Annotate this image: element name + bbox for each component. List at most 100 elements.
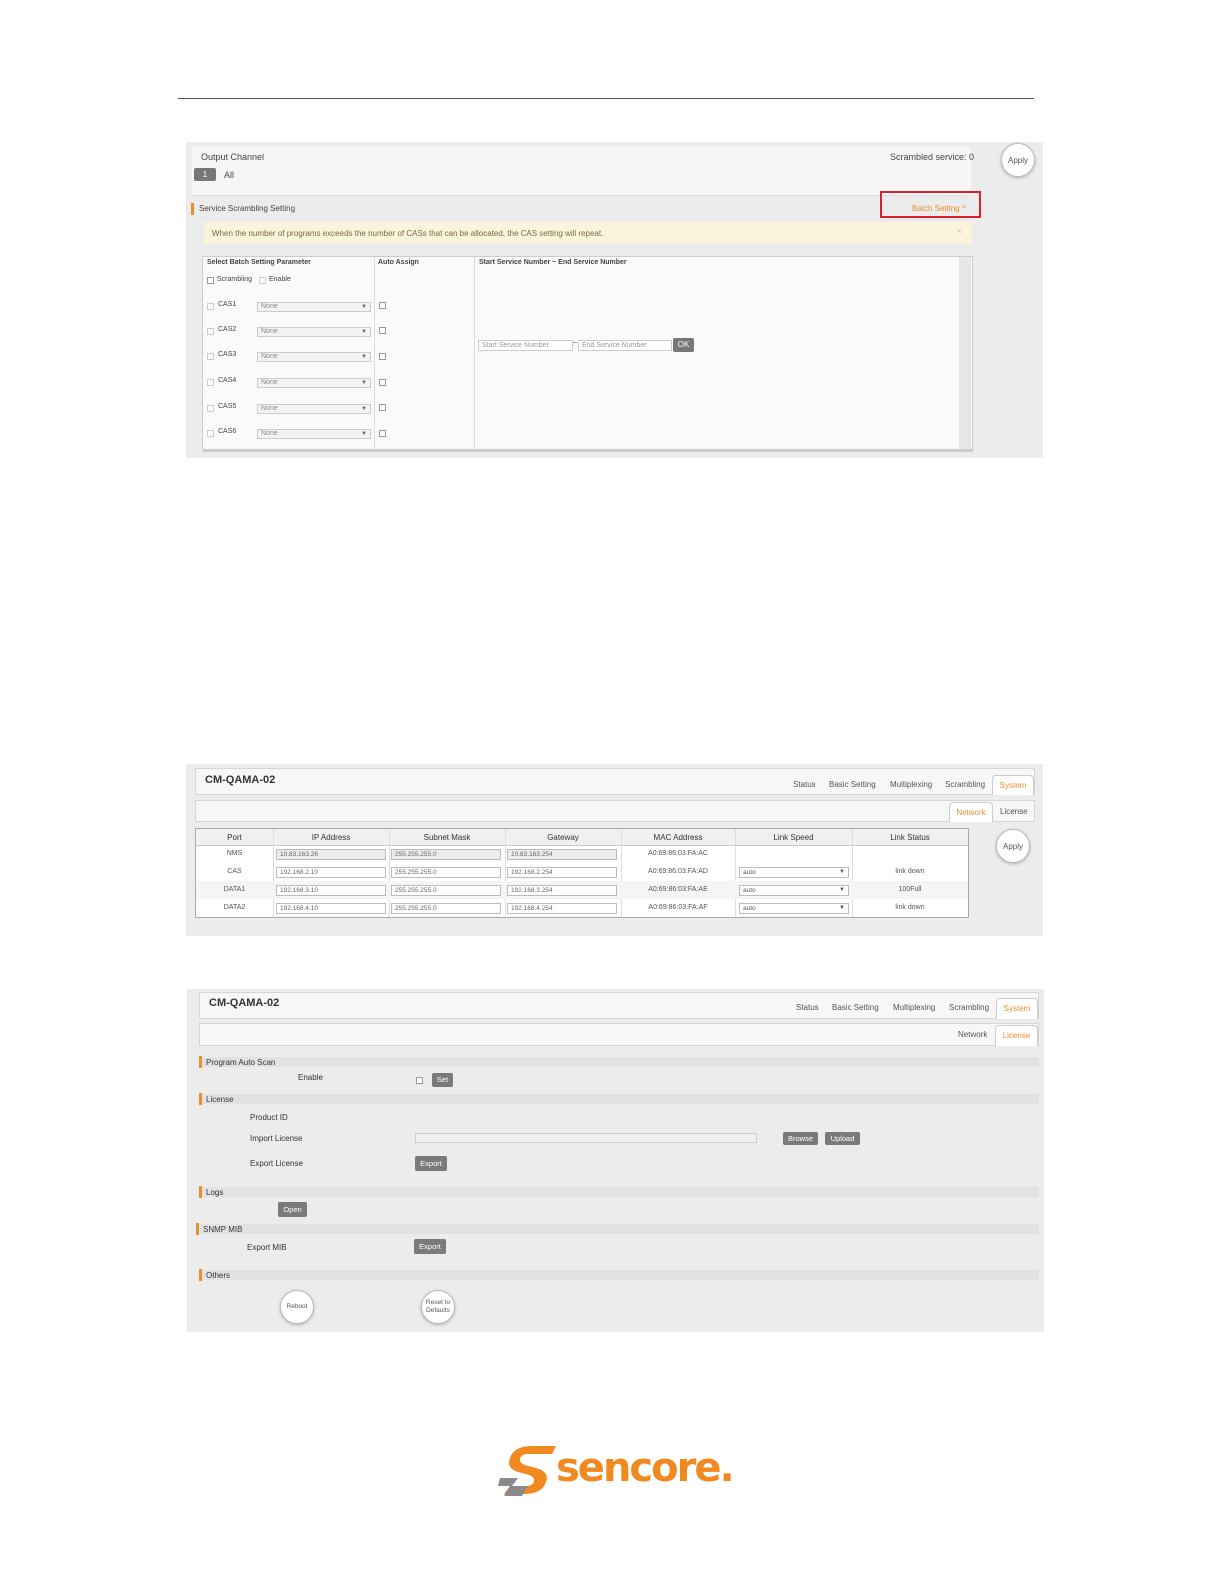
- tab-system[interactable]: System: [992, 775, 1034, 795]
- subtab-network[interactable]: Network: [958, 1030, 987, 1039]
- subnet-mask-input[interactable]: 255.255.255.0: [391, 885, 501, 896]
- mac-address-cell: A0:69:86:03:FA:AF: [648, 904, 708, 911]
- auto-assign-checkbox[interactable]: [379, 353, 386, 360]
- cas-label: CAS1: [218, 301, 237, 308]
- horizontal-scrollbar[interactable]: [203, 450, 973, 452]
- subtab-license[interactable]: License: [995, 1025, 1038, 1046]
- cas-select[interactable]: None ▼: [257, 378, 371, 388]
- scrambling-checkbox[interactable]: [207, 277, 214, 284]
- tab-status[interactable]: Status: [796, 1003, 819, 1012]
- browse-button[interactable]: Browse: [783, 1132, 818, 1145]
- cas-checkbox[interactable]: [207, 379, 214, 386]
- port-cell: DATA1: [223, 886, 246, 893]
- section-title: Others: [206, 1271, 231, 1280]
- cas-checkbox[interactable]: [207, 405, 214, 412]
- link-speed-select[interactable]: auto ▼: [739, 885, 849, 896]
- ip-address-input[interactable]: 192.168.3.10: [276, 885, 386, 896]
- section-header: [199, 1057, 1039, 1067]
- column-header: Link Speed: [773, 833, 814, 842]
- gateway-input[interactable]: 10.83.163.254: [507, 849, 617, 860]
- link-status-cell: 100Full: [898, 886, 922, 893]
- cas-checkbox[interactable]: [207, 303, 214, 310]
- reset-to-defaults-button[interactable]: Reset to Defaults: [421, 1290, 455, 1324]
- subnet-mask-input[interactable]: 255.255.255.0: [391, 867, 501, 878]
- auto-assign-checkbox[interactable]: [379, 430, 386, 437]
- dropdown-arrow-icon: ▼: [361, 354, 367, 360]
- sub-nav-bar: [195, 800, 1035, 822]
- apply-button[interactable]: Apply: [996, 829, 1030, 863]
- end-service-number-input[interactable]: End Service Number: [578, 340, 672, 351]
- auto-assign-checkbox[interactable]: [379, 302, 386, 309]
- license-file-input[interactable]: [415, 1133, 757, 1143]
- auto-assign-checkbox[interactable]: [379, 379, 386, 386]
- cas-checkbox[interactable]: [207, 328, 214, 335]
- mac-address-cell: A0:69:86:03:FA:AE: [648, 886, 708, 893]
- export-license-button[interactable]: Export: [415, 1156, 447, 1171]
- gateway-input[interactable]: 192.168.4.254: [507, 903, 617, 914]
- cas-select[interactable]: None ▼: [257, 404, 371, 414]
- dropdown-arrow-icon: ▼: [839, 869, 845, 875]
- ip-address-input[interactable]: 192.168.2.10: [276, 867, 386, 878]
- device-name: CM-QAMA-02: [205, 774, 276, 786]
- column-header: Gateway: [547, 833, 579, 842]
- column-header: Subnet Mask: [423, 833, 471, 842]
- ip-address-input[interactable]: 192.168.4.10: [276, 903, 386, 914]
- table-scrollbar[interactable]: [959, 257, 971, 449]
- tab-multiplexing[interactable]: Multiplexing: [893, 1003, 935, 1012]
- tab-basic-setting[interactable]: Basic Setting: [832, 1003, 879, 1012]
- set-button[interactable]: Set: [432, 1073, 453, 1087]
- tab-status[interactable]: Status: [793, 780, 816, 789]
- column-header: Port: [227, 833, 242, 842]
- tab-basic-setting[interactable]: Basic Setting: [829, 780, 876, 789]
- section-header: [196, 1224, 1039, 1234]
- tab-system[interactable]: System: [996, 998, 1038, 1019]
- ok-button[interactable]: OK: [673, 338, 694, 352]
- cas-checkbox[interactable]: [207, 353, 214, 360]
- tab-multiplexing[interactable]: Multiplexing: [890, 780, 932, 789]
- open-logs-button[interactable]: Open: [278, 1202, 307, 1217]
- tab-scrambling[interactable]: Scrambling: [949, 1003, 989, 1012]
- dropdown-arrow-icon: ▼: [361, 304, 367, 310]
- cas-label: CAS5: [218, 403, 237, 410]
- subnet-mask-input[interactable]: 255.255.255.0: [391, 903, 501, 914]
- cas-select[interactable]: None ▼: [257, 302, 371, 312]
- close-icon[interactable]: ×: [957, 227, 962, 236]
- link-speed-select[interactable]: auto ▼: [739, 867, 849, 878]
- cas-select[interactable]: None ▼: [257, 352, 371, 362]
- subnet-mask-input[interactable]: 255.255.255.0: [391, 849, 501, 860]
- cas-checkbox[interactable]: [207, 430, 214, 437]
- enable-checkbox[interactable]: [259, 277, 266, 284]
- upload-button[interactable]: Upload: [825, 1132, 860, 1145]
- batch-setting-link[interactable]: Batch Setting ^: [912, 204, 966, 213]
- import-license-label: Import License: [250, 1134, 303, 1143]
- link-speed-select[interactable]: auto ▼: [739, 903, 849, 914]
- gateway-input[interactable]: 192.168.2.254: [507, 867, 617, 878]
- output-channel-title: Output Channel: [201, 152, 265, 162]
- scrambling-label: Scrambling: [217, 276, 253, 283]
- column-header: Link Status: [890, 833, 930, 842]
- tab-scrambling[interactable]: Scrambling: [945, 780, 985, 789]
- mac-address-cell: A0:69:86:03:FA:AC: [648, 850, 708, 857]
- auto-assign-checkbox[interactable]: [379, 404, 386, 411]
- channel-1-button[interactable]: 1: [194, 168, 216, 181]
- column-header: MAC Address: [653, 833, 703, 842]
- apply-button[interactable]: Apply: [1001, 143, 1035, 177]
- cas-select[interactable]: None ▼: [257, 429, 371, 439]
- reboot-button[interactable]: Reboot: [280, 1290, 314, 1324]
- port-cell: NMS: [226, 850, 243, 857]
- start-service-number-input[interactable]: Start Service Number: [478, 340, 573, 351]
- enable-label: Enable: [298, 1073, 323, 1082]
- subtab-network[interactable]: Network: [949, 802, 993, 822]
- subtab-license[interactable]: License: [1000, 807, 1028, 816]
- export-mib-button[interactable]: Export: [414, 1239, 446, 1254]
- section-title: SNMP MIB: [203, 1225, 243, 1234]
- cas-select[interactable]: None ▼: [257, 327, 371, 337]
- gateway-input[interactable]: 192.168.3.254: [507, 885, 617, 896]
- section-marker: [199, 1093, 202, 1105]
- ip-address-input[interactable]: 10.83.163.26: [276, 849, 386, 860]
- port-cell: DATA2: [223, 904, 246, 911]
- enable-checkbox[interactable]: [416, 1077, 423, 1084]
- notice-text: When the number of programs exceeds the …: [212, 229, 604, 238]
- auto-assign-checkbox[interactable]: [379, 327, 386, 334]
- channel-all-link[interactable]: All: [224, 170, 234, 180]
